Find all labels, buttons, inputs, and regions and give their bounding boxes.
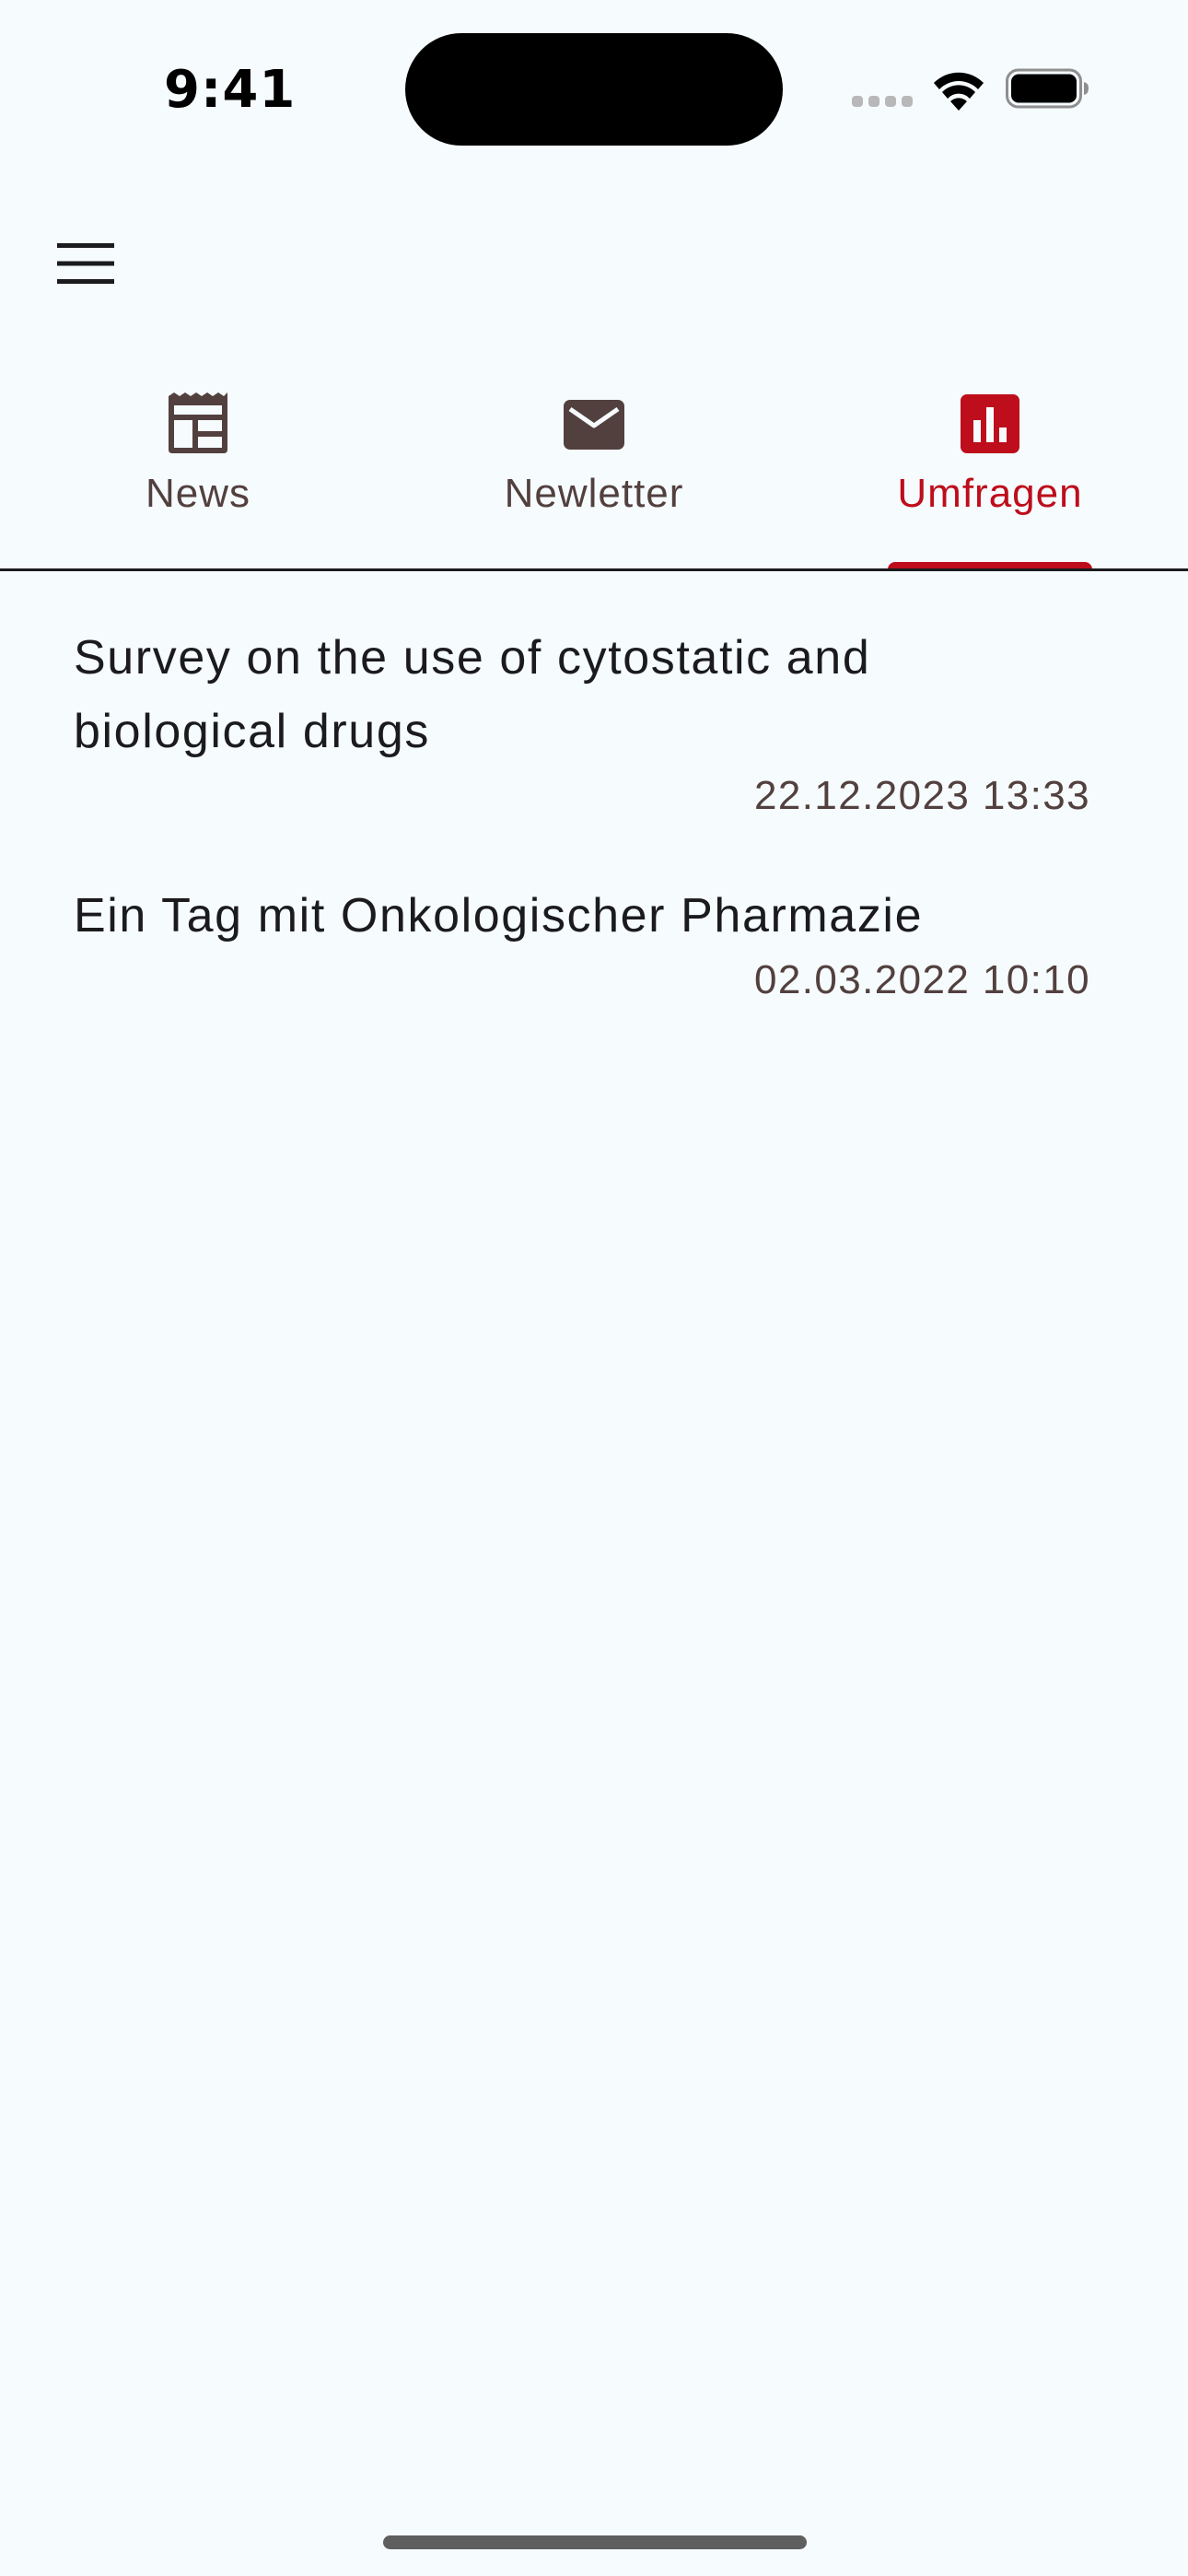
survey-title: Survey on the use of cytostatic and biol… bbox=[74, 631, 871, 758]
tab-news[interactable]: News bbox=[0, 369, 396, 571]
survey-date: 02.03.2022 10:10 bbox=[754, 957, 1090, 1002]
tab-bar: News Newletter Umfragen bbox=[0, 369, 1188, 571]
hamburger-menu-icon bbox=[57, 243, 114, 284]
survey-list: Survey on the use of cytostatic and biol… bbox=[0, 571, 1188, 1032]
list-item[interactable]: Survey on the use of cytostatic and biol… bbox=[0, 571, 1188, 848]
battery-icon bbox=[1006, 68, 1089, 109]
survey-date: 22.12.2023 13:33 bbox=[754, 773, 1090, 818]
tab-news-label: News bbox=[145, 471, 251, 516]
newspaper-icon bbox=[169, 392, 227, 453]
cellular-signal-icon bbox=[852, 96, 913, 109]
tab-umfragen[interactable]: Umfragen bbox=[792, 369, 1188, 571]
tab-newsletter[interactable]: Newletter bbox=[396, 369, 792, 571]
status-time: 9:41 bbox=[164, 60, 297, 120]
menu-button[interactable] bbox=[37, 217, 134, 310]
mail-icon bbox=[564, 400, 624, 450]
wifi-icon bbox=[934, 72, 984, 111]
dynamic-island bbox=[405, 33, 783, 146]
survey-title: Ein Tag mit Onkologischer Pharmazie bbox=[74, 889, 924, 943]
tab-umfragen-label: Umfragen bbox=[897, 471, 1083, 516]
list-item[interactable]: Ein Tag mit Onkologischer Pharmazie 02.0… bbox=[0, 848, 1188, 1032]
home-indicator[interactable] bbox=[383, 2535, 807, 2549]
app-screen: 9:41 News Newletter Umfragen Survey on t… bbox=[0, 0, 1188, 2576]
status-bar: 9:41 bbox=[0, 0, 1188, 175]
tab-newsletter-label: Newletter bbox=[504, 471, 684, 516]
poll-chart-icon bbox=[961, 394, 1019, 453]
